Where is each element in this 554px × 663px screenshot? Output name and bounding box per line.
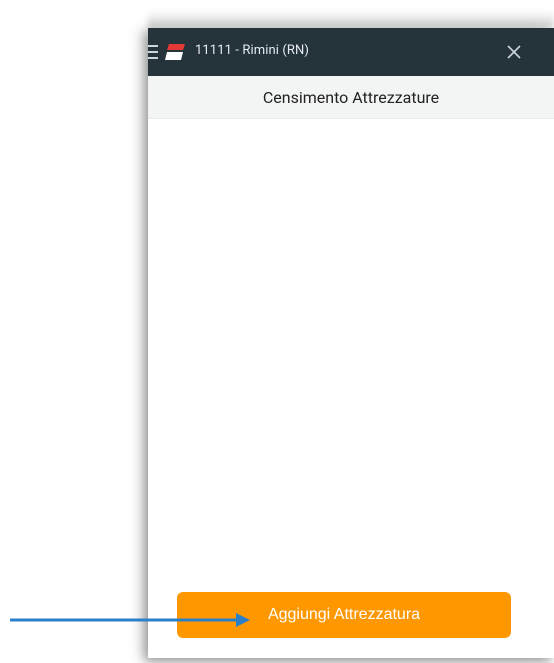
mobile-screen: 11111 - Rimini (RN) Censimento Attrezzat… <box>148 28 554 658</box>
page-title: Censimento Attrezzature <box>262 88 440 107</box>
hamburger-menu-icon[interactable] <box>148 45 158 59</box>
app-title: 11111 - Rimini (RN) <box>195 43 310 58</box>
page-header: Censimento Attrezzature <box>148 76 554 119</box>
equipment-list-area <box>148 119 554 599</box>
flag-logo-icon <box>165 44 185 60</box>
app-bar: 11111 - Rimini (RN) <box>148 28 554 76</box>
screenshot-stage: 11111 - Rimini (RN) Censimento Attrezzat… <box>0 0 554 663</box>
arrow-right-icon <box>10 613 250 627</box>
close-icon[interactable] <box>504 42 524 62</box>
frame-shadow <box>148 10 554 28</box>
